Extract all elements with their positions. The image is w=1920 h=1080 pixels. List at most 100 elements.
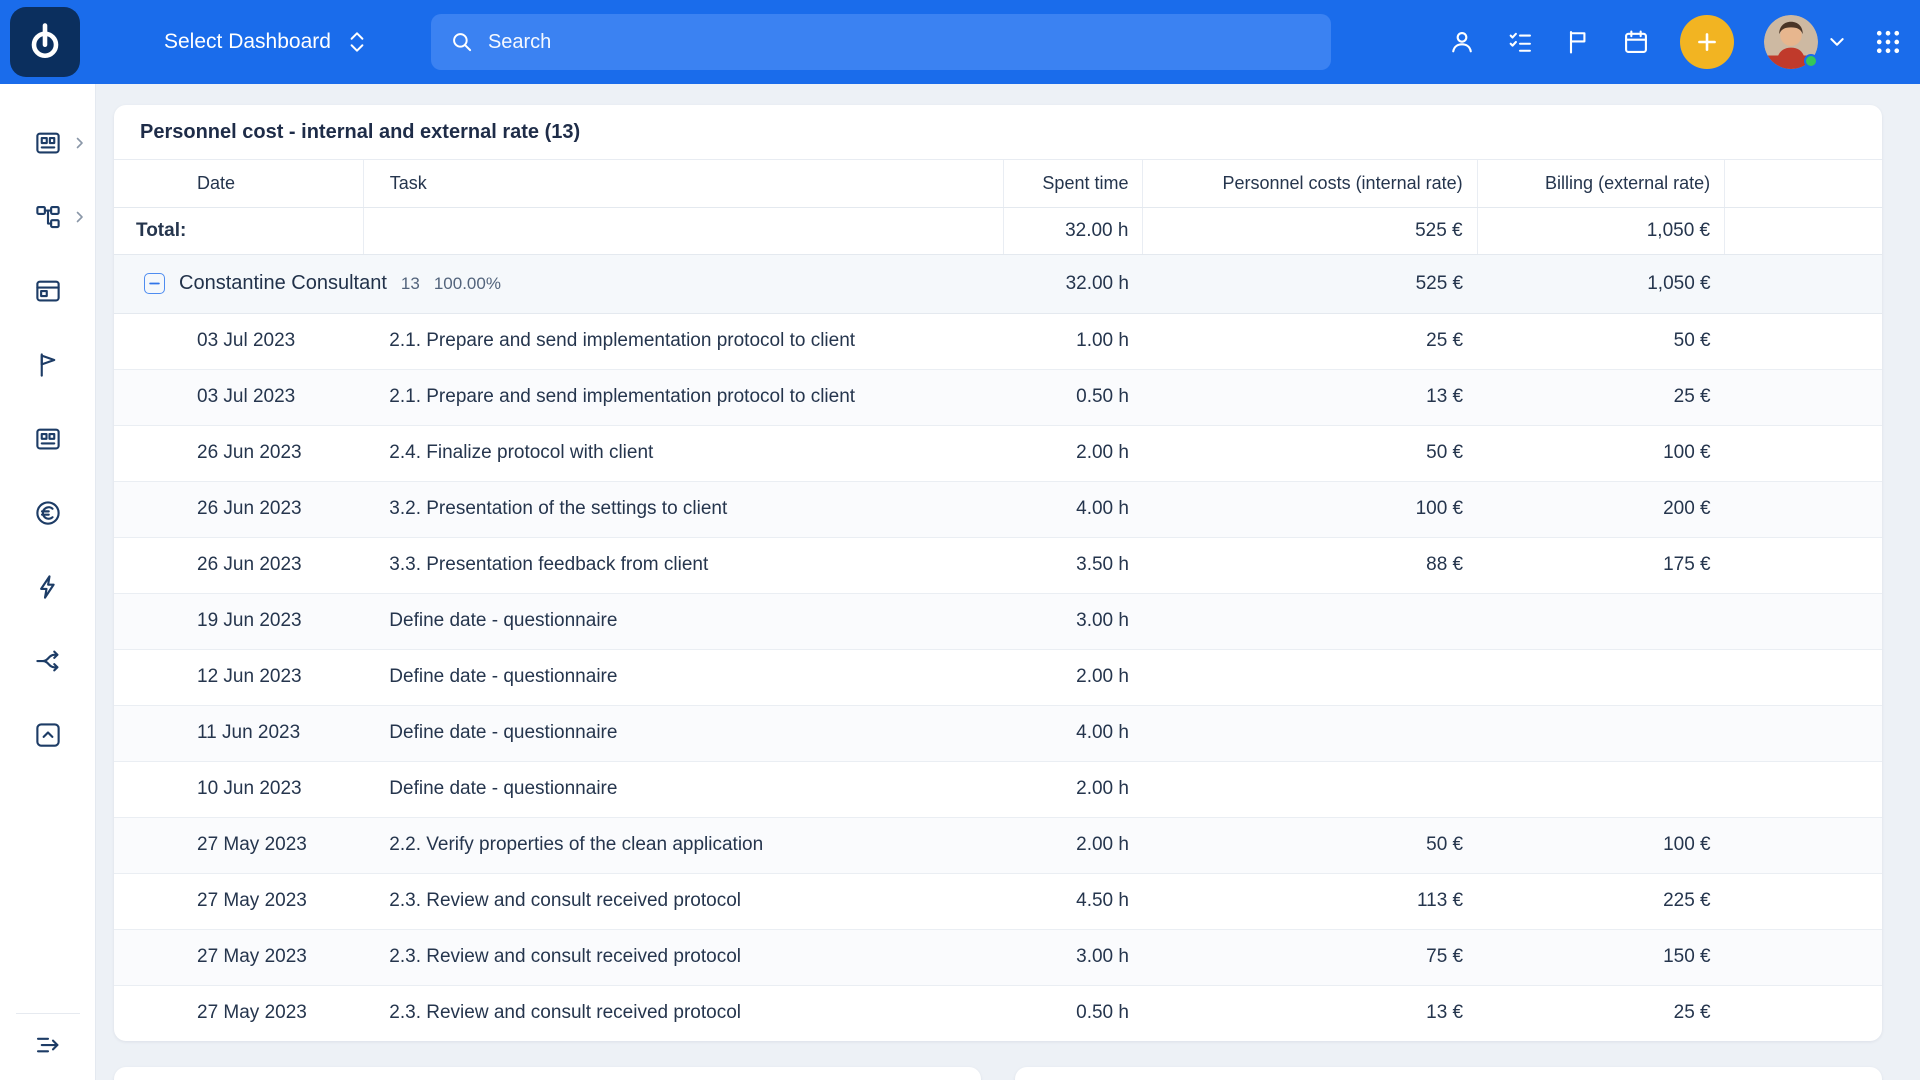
cell-billing: 150 € bbox=[1477, 929, 1725, 985]
total-task-cell bbox=[363, 207, 1003, 254]
table-row: 27 May 20232.3. Review and consult recei… bbox=[114, 929, 1882, 985]
billable-ratio-widget: Ratio of billable to total time spent (1… bbox=[114, 1067, 981, 1080]
cell-spent-time: 0.50 h bbox=[1003, 369, 1143, 425]
cell-task: 2.3. Review and consult received protoco… bbox=[363, 985, 1003, 1041]
cell-task: 2.3. Review and consult received protoco… bbox=[363, 929, 1003, 985]
dashboard-selector[interactable]: Select Dashboard bbox=[164, 29, 365, 55]
cell-billing bbox=[1477, 649, 1725, 705]
project-tree-icon bbox=[33, 202, 63, 232]
total-empty-cell bbox=[1725, 207, 1882, 254]
cell-personnel-costs: 113 € bbox=[1143, 873, 1477, 929]
cell-date: 10 Jun 2023 bbox=[114, 761, 363, 817]
flag-pennant-icon bbox=[33, 350, 63, 380]
cell-personnel-costs: 100 € bbox=[1143, 481, 1477, 537]
lightning-icon bbox=[33, 572, 63, 602]
cell-billing: 100 € bbox=[1477, 817, 1725, 873]
cell-personnel-costs bbox=[1143, 761, 1477, 817]
sidebar-item-milestones[interactable] bbox=[0, 328, 96, 402]
tasks-checklist-icon[interactable] bbox=[1506, 28, 1534, 56]
quick-add-button[interactable] bbox=[1680, 15, 1734, 69]
collapse-group-button[interactable] bbox=[144, 273, 165, 294]
sidebar-item-dashboard[interactable] bbox=[0, 106, 96, 180]
table-row: 27 May 20232.3. Review and consult recei… bbox=[114, 873, 1882, 929]
user-menu[interactable] bbox=[1764, 15, 1844, 69]
report-body: Total: 32.00 h 525 € 1,050 € bbox=[114, 207, 1882, 1041]
cell-date: 11 Jun 2023 bbox=[114, 705, 363, 761]
cell-spent-time: 2.00 h bbox=[1003, 761, 1143, 817]
sidebar-item-workflow[interactable] bbox=[0, 624, 96, 698]
total-personnel-costs: 525 € bbox=[1143, 207, 1477, 254]
user-icon[interactable] bbox=[1448, 28, 1476, 56]
cell-task: Define date - questionnaire bbox=[363, 705, 1003, 761]
cell-personnel-costs: 75 € bbox=[1143, 929, 1477, 985]
dashboard-icon bbox=[33, 128, 63, 158]
table-row: 26 Jun 20233.3. Presentation feedback fr… bbox=[114, 537, 1882, 593]
table-row: 27 May 20232.3. Review and consult recei… bbox=[114, 985, 1882, 1041]
column-header-spent-time: Spent time bbox=[1003, 160, 1143, 207]
cell-spent-time: 4.50 h bbox=[1003, 873, 1143, 929]
collapse-sidebar-button[interactable] bbox=[33, 1030, 63, 1060]
column-header-task: Task bbox=[363, 160, 1003, 207]
cell-empty bbox=[1725, 649, 1882, 705]
plus-icon bbox=[1694, 29, 1720, 55]
topbar-actions bbox=[1448, 15, 1902, 69]
selector-chevrons-icon bbox=[349, 29, 365, 55]
cell-task: 2.1. Prepare and send implementation pro… bbox=[363, 313, 1003, 369]
sidebar-item-quick-actions[interactable] bbox=[0, 550, 96, 624]
cell-date: 12 Jun 2023 bbox=[114, 649, 363, 705]
sidebar-item-boards[interactable] bbox=[0, 254, 96, 328]
main-content: Personnel cost - internal and external r… bbox=[96, 84, 1920, 1080]
group-row-consultant[interactable]: Constantine Consultant 13 100.00% 32.00 … bbox=[114, 254, 1882, 313]
cell-personnel-costs: 25 € bbox=[1143, 313, 1477, 369]
collapse-sidebar-icon bbox=[33, 1030, 63, 1060]
cell-billing bbox=[1477, 593, 1725, 649]
search-input[interactable] bbox=[488, 31, 1313, 54]
cell-spent-time: 4.00 h bbox=[1003, 481, 1143, 537]
dashboard-selector-label: Select Dashboard bbox=[164, 30, 331, 54]
top-projects-costs-widget: Personnel costs - top 5 projects (13) bbox=[1015, 1067, 1882, 1080]
cell-billing: 50 € bbox=[1477, 313, 1725, 369]
cell-personnel-costs: 50 € bbox=[1143, 817, 1477, 873]
cell-date: 03 Jul 2023 bbox=[114, 369, 363, 425]
cell-date: 27 May 2023 bbox=[114, 873, 363, 929]
cell-spent-time: 2.00 h bbox=[1003, 425, 1143, 481]
global-search bbox=[431, 14, 1331, 70]
cell-spent-time: 2.00 h bbox=[1003, 817, 1143, 873]
cell-billing: 200 € bbox=[1477, 481, 1725, 537]
group-billing: 1,050 € bbox=[1477, 254, 1725, 313]
cell-personnel-costs bbox=[1143, 649, 1477, 705]
table-header: Date Task Spent time Personnel costs (in… bbox=[114, 160, 1882, 207]
cell-billing bbox=[1477, 705, 1725, 761]
cell-empty bbox=[1725, 369, 1882, 425]
app-logo[interactable] bbox=[10, 7, 80, 77]
cell-empty bbox=[1725, 873, 1882, 929]
sidebar-item-finance[interactable] bbox=[0, 476, 96, 550]
column-header-date: Date bbox=[114, 160, 363, 207]
group-cell: Constantine Consultant 13 100.00% bbox=[114, 254, 1003, 313]
cell-date: 26 Jun 2023 bbox=[114, 481, 363, 537]
cell-date: 26 Jun 2023 bbox=[114, 425, 363, 481]
group-name: Constantine Consultant bbox=[179, 272, 387, 295]
minus-icon bbox=[149, 278, 160, 289]
group-spent-time: 32.00 h bbox=[1003, 254, 1143, 313]
apps-grid-icon[interactable] bbox=[1874, 28, 1902, 56]
calendar-icon[interactable] bbox=[1622, 28, 1650, 56]
cell-task: Define date - questionnaire bbox=[363, 593, 1003, 649]
cell-date: 27 May 2023 bbox=[114, 817, 363, 873]
cell-billing: 175 € bbox=[1477, 537, 1725, 593]
flag-icon[interactable] bbox=[1564, 28, 1592, 56]
chevron-right-icon bbox=[75, 137, 85, 149]
table-row: 03 Jul 20232.1. Prepare and send impleme… bbox=[114, 313, 1882, 369]
sidebar-item-archive[interactable] bbox=[0, 698, 96, 772]
cell-billing: 25 € bbox=[1477, 985, 1725, 1041]
cell-task: 3.2. Presentation of the settings to cli… bbox=[363, 481, 1003, 537]
group-empty-cell bbox=[1725, 254, 1882, 313]
group-personnel-costs: 525 € bbox=[1143, 254, 1477, 313]
sidebar-item-project-tree[interactable] bbox=[0, 180, 96, 254]
sidebar-item-modules[interactable] bbox=[0, 402, 96, 476]
table-row: 26 Jun 20233.2. Presentation of the sett… bbox=[114, 481, 1882, 537]
cell-task: 2.2. Verify properties of the clean appl… bbox=[363, 817, 1003, 873]
chevron-right-icon bbox=[75, 211, 85, 223]
cell-task: 2.4. Finalize protocol with client bbox=[363, 425, 1003, 481]
cell-personnel-costs bbox=[1143, 705, 1477, 761]
